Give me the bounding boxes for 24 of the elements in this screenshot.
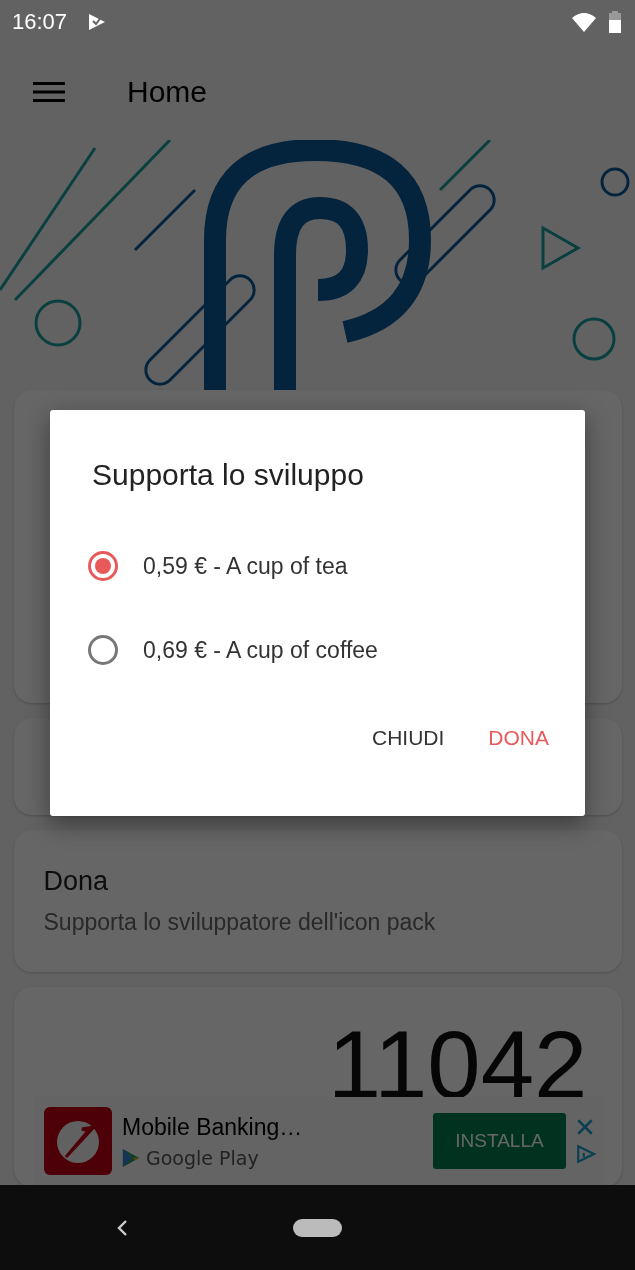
close-button[interactable]: CHIUDI bbox=[359, 712, 457, 764]
close-icon[interactable] bbox=[576, 1118, 594, 1136]
battery-icon bbox=[609, 11, 621, 33]
back-icon[interactable] bbox=[116, 1218, 128, 1237]
menu-icon[interactable] bbox=[33, 81, 65, 103]
app-title: Home bbox=[127, 75, 208, 109]
card-subtitle: Supporta lo sviluppatore dell'icon pack bbox=[43, 909, 437, 936]
home-button[interactable] bbox=[293, 1218, 342, 1237]
dialog-title: Supporta lo sviluppo bbox=[91, 458, 365, 492]
donation-option[interactable]: 0,69 € - A cup of coffee bbox=[50, 608, 585, 692]
ad-title: Mobile Banking… bbox=[122, 1113, 303, 1141]
install-button[interactable]: INSTALLA bbox=[433, 1113, 566, 1169]
donation-option[interactable]: 0,59 € - A cup of tea bbox=[50, 524, 585, 608]
card-background[interactable]: Dona Supporta lo sviluppatore dell'icon pack bbox=[13, 830, 622, 972]
status-time: 16:07 bbox=[12, 9, 68, 35]
ad-choices-icon[interactable] bbox=[576, 1144, 596, 1164]
bank-logo-icon bbox=[44, 1107, 112, 1175]
store-name: Google Play bbox=[146, 1146, 259, 1169]
radio-button[interactable] bbox=[88, 551, 118, 581]
wifi-icon bbox=[571, 12, 597, 32]
play-store-icon bbox=[122, 1147, 140, 1168]
donate-button[interactable]: DONA bbox=[476, 712, 561, 764]
radio-button[interactable] bbox=[88, 635, 118, 665]
card-title: Dona bbox=[43, 866, 110, 897]
